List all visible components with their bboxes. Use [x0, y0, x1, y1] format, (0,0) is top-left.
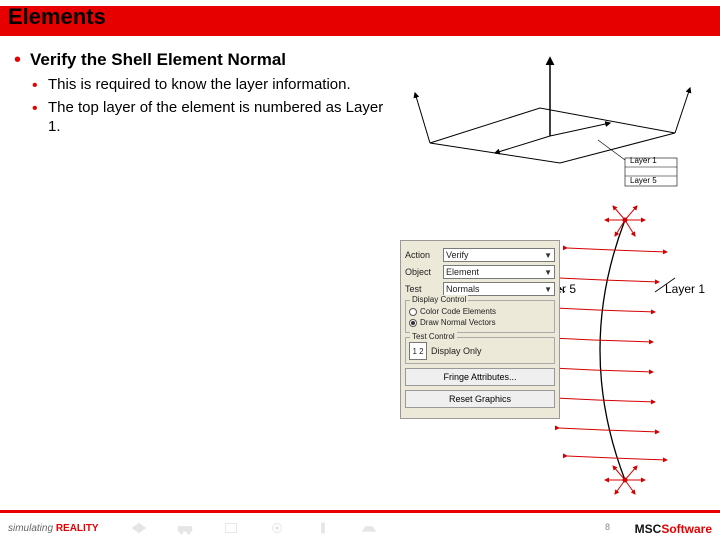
- page-number: 8: [605, 522, 610, 532]
- tagline-sim: simulating: [8, 523, 53, 534]
- test-label: Test: [405, 284, 439, 294]
- ship-icon: [360, 520, 378, 536]
- display-control-fieldset: Display Control Color Code Elements Draw…: [405, 300, 555, 333]
- car-icon: [176, 520, 194, 536]
- radio-icon: [409, 308, 417, 316]
- bullet-item-1: This is required to know the layer infor…: [30, 76, 390, 95]
- action-dropdown[interactable]: Verify ▼: [443, 248, 555, 262]
- radio-color-code-label: Color Code Elements: [420, 307, 496, 316]
- test-control-legend: Test Control: [410, 332, 457, 341]
- object-value: Element: [446, 267, 479, 277]
- action-label: Action: [405, 250, 439, 260]
- label-layer-1: Layer 1: [665, 282, 705, 296]
- shell-normal-diagram: Layer 1 Layer 5: [400, 48, 700, 198]
- logo-software: Software: [661, 522, 712, 536]
- chip-icon: [222, 520, 240, 536]
- layer-arrows-diagram: [555, 200, 710, 500]
- plane-icon: [130, 520, 148, 536]
- display-only-label: Display Only: [431, 346, 482, 356]
- object-label: Object: [405, 267, 439, 277]
- radio-icon: [409, 319, 417, 327]
- fringe-attributes-button[interactable]: Fringe Attributes...: [405, 368, 555, 386]
- content-block: Verify the Shell Element Normal This is …: [10, 50, 390, 142]
- footer: simulating REALITY 8 MSCSoftware: [0, 510, 720, 540]
- footer-tagline: simulating REALITY: [8, 523, 99, 534]
- test-value: Normals: [446, 284, 480, 294]
- tagline-real: REALITY: [56, 523, 99, 534]
- bullet-item-2: The top layer of the element is numbered…: [30, 99, 390, 137]
- bottle-icon: [314, 520, 332, 536]
- radio-draw-normals-label: Draw Normal Vectors: [420, 318, 496, 327]
- radio-draw-normals[interactable]: Draw Normal Vectors: [409, 318, 551, 327]
- chevron-down-icon: ▼: [544, 268, 552, 277]
- logo-msc: MSC: [635, 522, 662, 536]
- reset-graphics-button[interactable]: Reset Graphics: [405, 390, 555, 408]
- action-value: Verify: [446, 250, 469, 260]
- footer-icons: [130, 520, 378, 536]
- chevron-down-icon: ▼: [544, 251, 552, 260]
- title-underline: [0, 34, 720, 36]
- test-dropdown[interactable]: Normals ▼: [443, 282, 555, 296]
- chevron-down-icon: ▼: [544, 285, 552, 294]
- test-control-fieldset: Test Control 1 2 Display Only: [405, 337, 555, 364]
- display-control-legend: Display Control: [410, 295, 468, 304]
- verify-panel: Action Verify ▼ Object Element ▼ Test No…: [400, 240, 560, 419]
- object-dropdown[interactable]: Element ▼: [443, 265, 555, 279]
- slide-title: Elements: [0, 0, 720, 34]
- guide-elem-box[interactable]: 1 2: [409, 342, 427, 360]
- diagram-top-layer1: Layer 1: [630, 156, 657, 165]
- gear-icon: [268, 520, 286, 536]
- radio-color-code[interactable]: Color Code Elements: [409, 307, 551, 316]
- diagram-top-layer5: Layer 5: [630, 176, 657, 185]
- footer-logo: MSCSoftware: [635, 522, 712, 536]
- bullet-heading: Verify the Shell Element Normal: [30, 50, 286, 69]
